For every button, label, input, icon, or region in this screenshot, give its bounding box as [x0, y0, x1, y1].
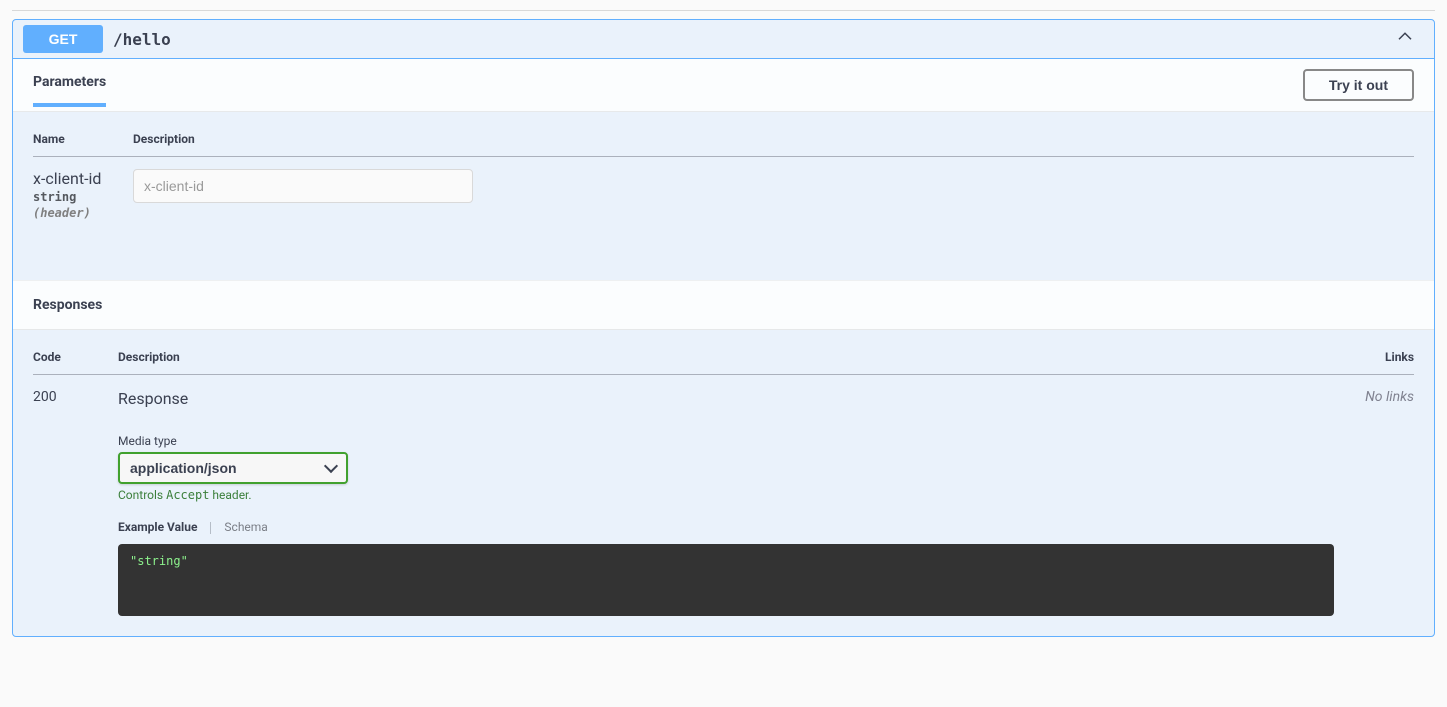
response-no-links: No links — [1334, 375, 1414, 617]
chevron-up-icon — [1396, 28, 1414, 46]
example-schema-tabs: Example Value Schema — [118, 520, 1334, 534]
media-type-select[interactable]: application/json — [118, 452, 348, 484]
top-divider — [12, 10, 1435, 11]
param-in: (header) — [33, 206, 133, 220]
param-input-x-client-id[interactable] — [133, 169, 473, 203]
operation-path: /hello — [113, 30, 1386, 49]
responses-table: Code Description Links 200 Response Medi… — [33, 350, 1414, 616]
responses-header: Responses — [13, 280, 1434, 330]
resp-col-code: Code — [33, 350, 118, 375]
tab-example-value[interactable]: Example Value — [118, 520, 207, 534]
resp-col-description: Description — [118, 350, 1334, 375]
parameters-header-row: Parameters Try it out — [13, 59, 1434, 112]
operation-block: GET /hello Parameters Try it out Name De… — [12, 19, 1435, 637]
method-badge: GET — [23, 25, 103, 53]
try-it-out-button[interactable]: Try it out — [1303, 69, 1414, 101]
param-name: x-client-id — [33, 169, 133, 188]
response-code: 200 — [33, 375, 118, 617]
response-row: 200 Response Media type application/json… — [33, 375, 1414, 617]
media-type-select-wrap: application/json — [118, 452, 348, 484]
operation-summary[interactable]: GET /hello — [13, 20, 1434, 59]
resp-col-links: Links — [1334, 350, 1414, 375]
example-code-block: "string" — [118, 544, 1334, 616]
parameters-table: Name Description x-client-id string (hea… — [33, 132, 1414, 220]
media-type-label: Media type — [118, 434, 1334, 448]
parameters-body: Name Description x-client-id string (hea… — [13, 112, 1434, 280]
param-col-description: Description — [133, 132, 1414, 157]
response-description: Response — [118, 389, 1334, 408]
tab-parameters[interactable]: Parameters — [33, 74, 106, 107]
responses-label: Responses — [33, 297, 1414, 313]
tab-schema[interactable]: Schema — [224, 520, 277, 534]
example-value-text: "string" — [130, 554, 188, 568]
tab-divider — [210, 522, 211, 534]
collapse-toggle[interactable] — [1386, 28, 1424, 50]
param-type: string — [33, 188, 133, 206]
controls-accept-note: Controls Accept header. — [118, 488, 1334, 502]
param-col-name: Name — [33, 132, 133, 157]
responses-body: Code Description Links 200 Response Medi… — [13, 330, 1434, 636]
param-row: x-client-id string (header) — [33, 157, 1414, 221]
